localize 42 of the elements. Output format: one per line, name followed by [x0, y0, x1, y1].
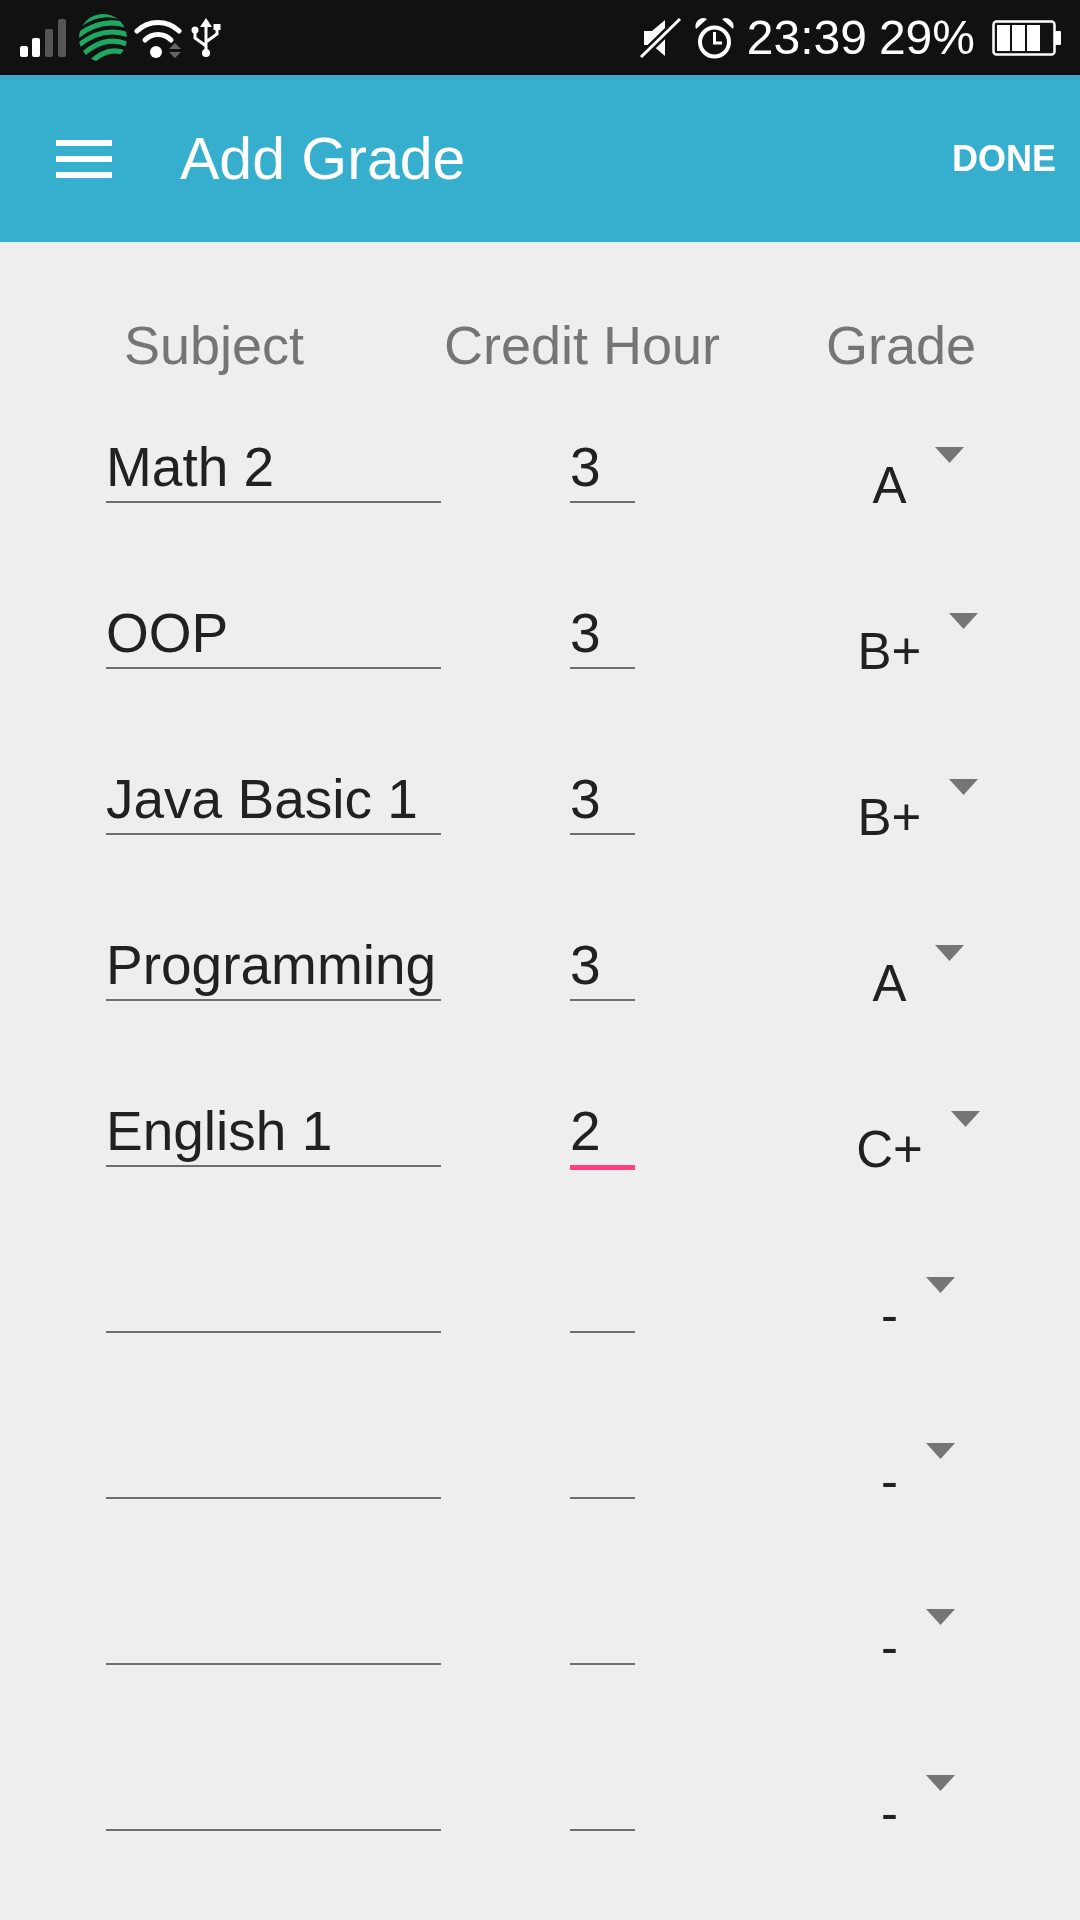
credit-hour-field[interactable]: 3 — [570, 767, 635, 835]
screen-title: Add Grade — [180, 124, 467, 193]
grade-dropdown[interactable]: - — [881, 1609, 955, 1678]
subject-field[interactable]: Math 2 — [106, 435, 441, 503]
caret-icon — [949, 779, 979, 795]
subject-field[interactable]: OOP — [106, 601, 441, 669]
alarm-clock-icon — [692, 16, 736, 59]
caret-icon — [926, 1277, 955, 1293]
battery-icon — [992, 19, 1061, 56]
caret-icon — [950, 1111, 980, 1127]
caret-icon — [934, 945, 964, 961]
grade-dropdown[interactable]: B+ — [857, 613, 979, 682]
striped-ball-icon — [79, 13, 127, 62]
column-header: Credit Hour — [442, 314, 722, 376]
subject-field[interactable]: Programming — [106, 933, 441, 1001]
menu-icon[interactable] — [56, 139, 112, 178]
grade-dropdown[interactable]: A — [872, 945, 964, 1014]
grade-dropdown[interactable]: B+ — [857, 779, 979, 848]
grade-dropdown[interactable]: - — [881, 1775, 955, 1844]
signal-icon — [20, 18, 66, 57]
subject-field[interactable]: English 1 — [106, 1099, 441, 1167]
caret-icon — [926, 1443, 955, 1459]
caret-icon — [934, 447, 964, 463]
caret-icon — [926, 1775, 955, 1791]
usb-icon — [191, 17, 221, 58]
clock-time: 23:39 — [746, 12, 867, 63]
wifi-icon — [134, 17, 183, 58]
column-header: Subject — [122, 314, 306, 376]
grade-dropdown[interactable]: - — [881, 1277, 955, 1346]
caret-icon — [949, 613, 979, 629]
grade-dropdown[interactable]: - — [881, 1443, 955, 1512]
credit-hour-field[interactable]: 2 — [570, 1099, 635, 1170]
grade-dropdown[interactable]: A — [872, 447, 964, 516]
grade-dropdown[interactable]: C+ — [856, 1111, 980, 1180]
mute-icon — [638, 16, 682, 59]
column-header: Grade — [824, 314, 978, 376]
caret-icon — [926, 1609, 955, 1625]
credit-hour-field[interactable]: 3 — [570, 933, 635, 1001]
credit-hour-field[interactable]: 3 — [570, 435, 635, 503]
subject-field[interactable]: Java Basic 1 — [106, 767, 441, 835]
credit-hour-field[interactable]: 3 — [570, 601, 635, 669]
battery-percent: 29% — [878, 12, 975, 63]
